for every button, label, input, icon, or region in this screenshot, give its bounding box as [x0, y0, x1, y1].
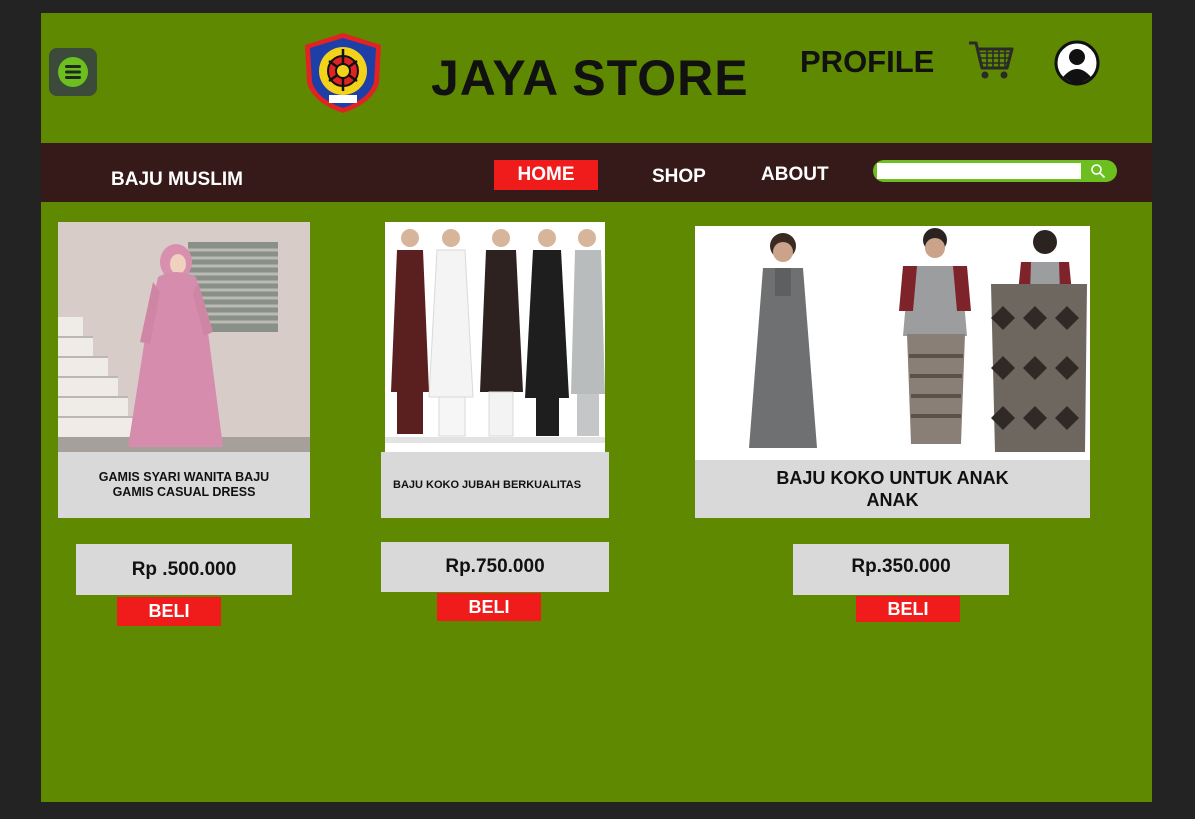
buy-button[interactable]: BELI: [856, 596, 960, 622]
product-name-label: GAMIS SYARI WANITA BAJU GAMIS CASUAL DRE…: [58, 452, 310, 518]
product-price: Rp.750.000: [381, 542, 609, 592]
koko-anak-photo: [695, 226, 1090, 460]
buy-button[interactable]: BELI: [437, 593, 541, 621]
shopping-cart-icon: [969, 41, 1014, 79]
product-image-koko-anak[interactable]: [695, 226, 1090, 460]
search-icon: [1091, 164, 1106, 179]
page-frame: JAYA STORE PROFILE BAJU MUSLIM HOME SHOP…: [41, 13, 1152, 802]
product-name-label: BAJU KOKO JUBAH BERKUALITAS: [381, 452, 609, 518]
koko-jubah-photo: [385, 222, 605, 452]
header: JAYA STORE PROFILE: [41, 13, 1152, 143]
hamburger-menu-icon: [58, 57, 88, 87]
gamis-photo: [58, 222, 310, 452]
cart-button[interactable]: [967, 37, 1015, 85]
product-image-gamis[interactable]: [58, 222, 310, 452]
user-account-icon: [1054, 40, 1100, 86]
search-bar: [873, 160, 1117, 182]
school-logo: [305, 33, 381, 113]
profile-link[interactable]: PROFILE: [800, 44, 934, 80]
search-input[interactable]: [877, 163, 1081, 179]
store-title: JAYA STORE: [431, 50, 749, 106]
user-account-button[interactable]: [1053, 39, 1101, 87]
buy-button[interactable]: BELI: [117, 597, 221, 626]
product-name-label: BAJU KOKO UNTUK ANAK ANAK: [695, 460, 1090, 518]
search-button[interactable]: [1085, 161, 1111, 181]
navbar: BAJU MUSLIM HOME SHOP ABOUT: [41, 143, 1152, 202]
product-price: Rp .500.000: [76, 544, 292, 595]
product-card[interactable]: BAJU KOKO UNTUK ANAK ANAK: [695, 226, 1090, 518]
menu-button[interactable]: [49, 48, 97, 96]
nav-home[interactable]: HOME: [494, 160, 598, 190]
product-image-koko-jubah[interactable]: [385, 222, 605, 452]
brand-label[interactable]: BAJU MUSLIM: [111, 169, 243, 191]
nav-shop[interactable]: SHOP: [652, 166, 706, 188]
product-card[interactable]: BAJU KOKO JUBAH BERKUALITAS: [381, 222, 609, 518]
nav-about[interactable]: ABOUT: [761, 164, 829, 186]
product-card[interactable]: GAMIS SYARI WANITA BAJU GAMIS CASUAL DRE…: [58, 222, 310, 518]
product-price: Rp.350.000: [793, 544, 1009, 595]
